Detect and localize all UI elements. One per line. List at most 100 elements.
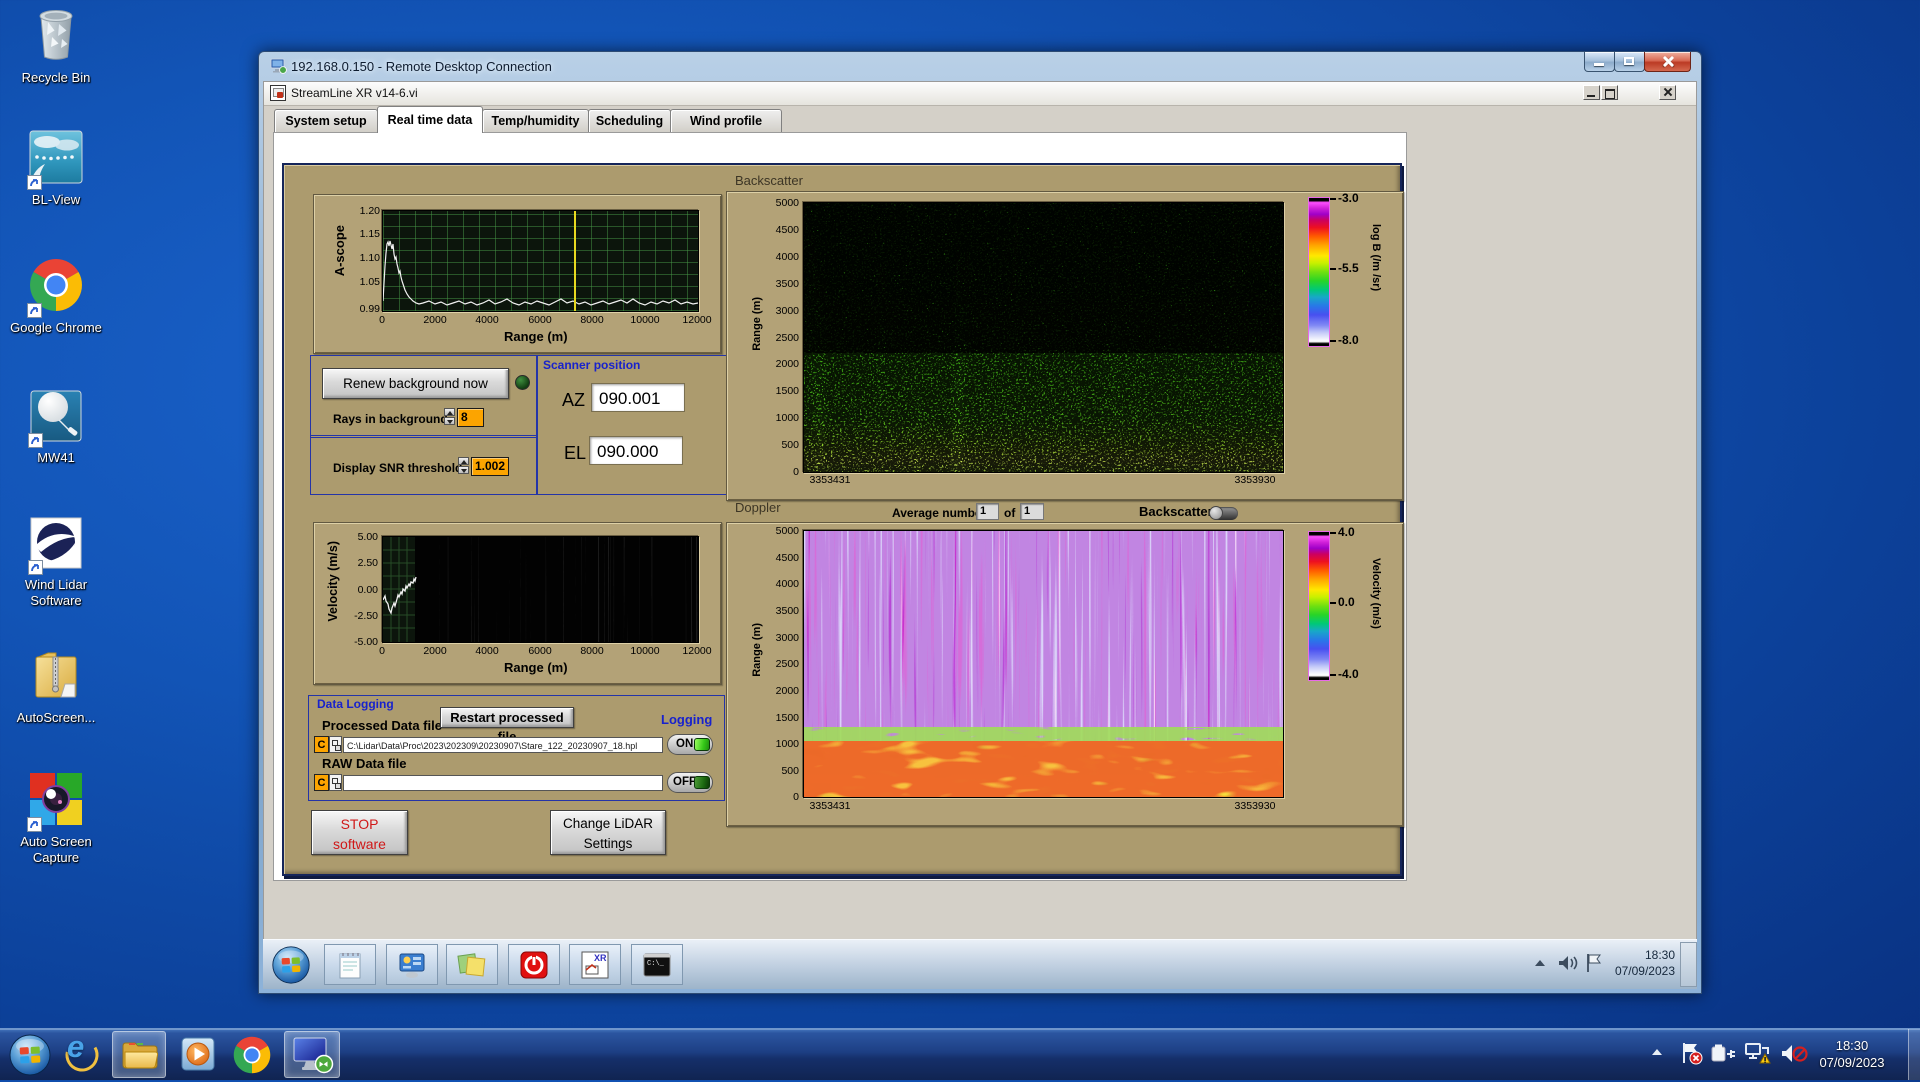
background-controls-box: Renew background now Rays in background … bbox=[310, 355, 537, 438]
processed-logging-toggle[interactable]: ON bbox=[667, 734, 713, 755]
desktop-icon-mw41[interactable]: MW41 bbox=[4, 390, 108, 466]
processed-browse-button[interactable] bbox=[329, 736, 342, 753]
tab-system-setup[interactable]: System setup bbox=[274, 109, 378, 132]
show-desktop-button[interactable] bbox=[1908, 1029, 1920, 1080]
desktop-icon-autoscreen-zip[interactable]: AutoScreen... bbox=[4, 648, 108, 726]
minimize-button[interactable] bbox=[1584, 52, 1615, 72]
front-panel: A-scope 1.20 1.15 1.10 1.05 0.99 0 2000 … bbox=[282, 163, 1404, 876]
colorbar-tick: -4.0 bbox=[1330, 667, 1359, 681]
tab-wind-profile[interactable]: Wind profile bbox=[670, 109, 782, 132]
snr-value-field[interactable]: 1.002 bbox=[471, 457, 509, 476]
tab-real-time-data[interactable]: Real time data bbox=[377, 106, 483, 133]
average-number-field[interactable]: 1 bbox=[976, 503, 999, 520]
logging-label: Logging bbox=[661, 712, 713, 727]
remote-taskbar-streamline-vi[interactable]: XR bbox=[569, 944, 621, 985]
internet-explorer-icon: e bbox=[60, 1029, 104, 1078]
remote-taskbar-command-prompt[interactable]: C:\_ bbox=[631, 944, 683, 985]
processed-drive-button[interactable]: C bbox=[314, 736, 329, 753]
remote-taskbar-notepad[interactable] bbox=[324, 944, 376, 985]
minimize-icon bbox=[1587, 95, 1595, 97]
desktop-icon-label: BL-View bbox=[31, 192, 81, 207]
processed-data-file-label: Processed Data file bbox=[322, 718, 442, 733]
axis-tick: 3353930 bbox=[1234, 474, 1276, 486]
svg-text:C:\_: C:\_ bbox=[647, 960, 665, 968]
rays-spinner[interactable] bbox=[444, 408, 455, 426]
rdp-titlebar[interactable]: 192.168.0.150 - Remote Desktop Connectio… bbox=[259, 52, 1701, 81]
axis-tick: 3000 bbox=[775, 305, 799, 317]
axis-tick: 10000 bbox=[630, 645, 660, 657]
maximize-icon bbox=[1624, 57, 1634, 65]
spin-up-icon[interactable] bbox=[458, 457, 469, 465]
restart-processed-file-button[interactable]: Restart processed file bbox=[440, 707, 574, 744]
clock-date: 07/09/2023 bbox=[1819, 1055, 1885, 1070]
spin-down-icon[interactable] bbox=[444, 417, 455, 425]
raw-data-file-label: RAW Data file bbox=[322, 756, 407, 771]
desktop-icon-google-chrome[interactable]: Google Chrome bbox=[4, 258, 108, 336]
app-titlebar[interactable]: StreamLine XR v14-6.vi bbox=[264, 82, 1696, 106]
velocity-plot-area[interactable] bbox=[382, 536, 699, 643]
stop-software-button[interactable]: STOP software bbox=[311, 810, 408, 855]
remote-tray-volume-icon[interactable] bbox=[1557, 953, 1579, 978]
app-close-button[interactable] bbox=[1659, 85, 1676, 100]
change-lidar-settings-button[interactable]: Change LiDAR Settings bbox=[550, 810, 666, 855]
tray-power-icon[interactable] bbox=[1710, 1043, 1736, 1070]
tray-action-center-icon[interactable] bbox=[1680, 1041, 1704, 1072]
ascope-plot-area[interactable] bbox=[382, 210, 699, 312]
close-button[interactable] bbox=[1644, 52, 1691, 72]
taskbar-clock[interactable]: 18:30 07/09/2023 bbox=[1802, 1037, 1902, 1071]
maximize-button[interactable] bbox=[1614, 52, 1645, 72]
taskbar-media-player[interactable] bbox=[176, 1031, 222, 1078]
colorbar-tick: -8.0 bbox=[1330, 333, 1359, 347]
taskbar-google-chrome[interactable] bbox=[228, 1031, 276, 1078]
velocity-ylabel: Velocity (m/s) bbox=[326, 541, 340, 622]
backscatter-graph-frame: Range (m) 5000 4500 4000 3500 3000 2500 … bbox=[726, 191, 1404, 501]
processed-path-field[interactable]: C:\Lidar\Data\Proc\2023\202309\20230907\… bbox=[343, 737, 663, 753]
spin-down-icon[interactable] bbox=[458, 466, 469, 474]
remote-tray-expand-icon[interactable] bbox=[1535, 960, 1545, 966]
app-window: StreamLine XR v14-6.vi System setup Real… bbox=[263, 81, 1697, 940]
desktop-icon-bl-view[interactable]: BL-View bbox=[4, 130, 108, 208]
axis-tick: 3500 bbox=[775, 278, 799, 290]
raw-browse-button[interactable] bbox=[329, 774, 342, 791]
raw-path-field[interactable] bbox=[343, 775, 663, 791]
desktop-icon-wind-lidar-software[interactable]: Wind Lidar Software bbox=[4, 517, 108, 609]
remote-tray-action-center-icon[interactable] bbox=[1584, 952, 1606, 979]
raw-drive-button[interactable]: C bbox=[314, 774, 329, 791]
display-settings-icon bbox=[399, 953, 425, 978]
app-minimize-button[interactable] bbox=[1583, 85, 1600, 100]
remote-taskbar-power-app[interactable] bbox=[508, 944, 560, 985]
snr-spinner[interactable] bbox=[458, 457, 469, 475]
taskbar-internet-explorer[interactable]: e bbox=[60, 1029, 104, 1078]
velocity-xlabel: Range (m) bbox=[504, 660, 568, 675]
az-value-field[interactable]: 090.001 bbox=[591, 383, 685, 412]
remote-taskbar-sticky-notes[interactable] bbox=[446, 944, 498, 985]
taskbar-remote-desktop[interactable] bbox=[284, 1031, 340, 1078]
renew-background-button[interactable]: Renew background now bbox=[322, 368, 509, 399]
remote-start-button[interactable] bbox=[271, 945, 311, 985]
backscatter-plot-area[interactable] bbox=[803, 202, 1284, 473]
doppler-plot-area[interactable] bbox=[803, 530, 1284, 798]
rays-value-field[interactable]: 8 bbox=[457, 408, 484, 427]
remote-taskbar-display-settings[interactable] bbox=[386, 944, 438, 985]
tab-scheduling[interactable]: Scheduling bbox=[588, 109, 671, 132]
taskbar-windows-explorer[interactable] bbox=[112, 1031, 166, 1078]
shortcut-arrow-icon bbox=[27, 303, 42, 318]
folder-icon bbox=[122, 1042, 159, 1069]
el-value-field[interactable]: 090.000 bbox=[589, 436, 683, 465]
raw-logging-toggle[interactable]: OFF bbox=[667, 772, 713, 793]
remote-show-desktop-button[interactable] bbox=[1680, 942, 1697, 987]
remote-desktop-icon bbox=[270, 58, 287, 79]
tray-expand-icon[interactable] bbox=[1652, 1049, 1662, 1055]
desktop-icon-auto-screen-capture[interactable]: Auto Screen Capture bbox=[4, 772, 108, 866]
backscatter-toggle[interactable] bbox=[1209, 506, 1238, 520]
remote-taskbar-clock[interactable]: 18:30 07/09/2023 bbox=[1615, 947, 1675, 979]
tab-temp-humidity[interactable]: Temp/humidity bbox=[482, 109, 589, 132]
app-maximize-button[interactable] bbox=[1601, 85, 1618, 100]
start-button[interactable] bbox=[6, 1031, 56, 1078]
axis-tick: 1.10 bbox=[359, 252, 380, 264]
desktop-icon-recycle-bin[interactable]: Recycle Bin bbox=[4, 6, 108, 86]
doppler-graph-frame: Range (m) 5000 4500 4000 3500 3000 2500 … bbox=[726, 522, 1404, 827]
spin-up-icon[interactable] bbox=[444, 408, 455, 416]
tray-network-icon[interactable] bbox=[1744, 1042, 1772, 1071]
average-total-field[interactable]: 1 bbox=[1020, 503, 1044, 520]
